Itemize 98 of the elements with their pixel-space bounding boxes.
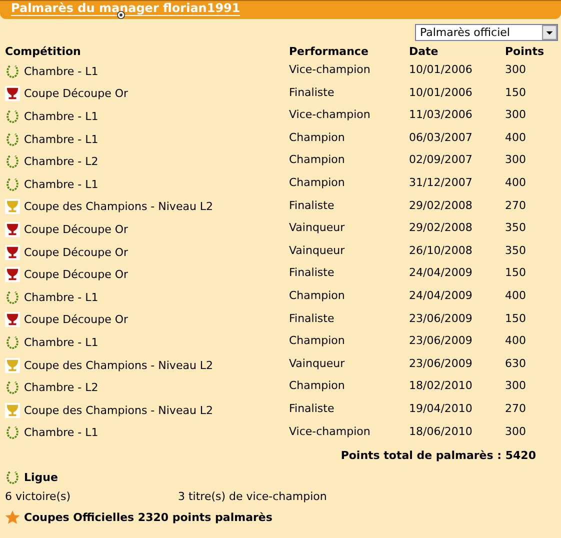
points-cell-text: 400 — [505, 130, 527, 146]
laurel-icon — [5, 64, 20, 79]
date-cell-text: 23/06/2009 — [409, 356, 474, 372]
trophy-icon — [5, 222, 20, 237]
performance-cell-text: Vainqueur — [289, 220, 346, 236]
trophy-icon — [5, 358, 20, 373]
trophy-icon — [5, 244, 20, 260]
date-cell-text: 18/06/2010 — [409, 424, 474, 440]
competition-cell: Coupe des Champions - Niveau L2 — [24, 358, 214, 372]
date-cell-text: 10/01/2006 — [409, 84, 474, 101]
points-cell-text: 400 — [505, 174, 527, 191]
trophy-icon — [5, 86, 20, 102]
performance-cell-text: Finaliste — [289, 265, 336, 282]
trophy-icon — [5, 402, 20, 418]
column-header: Date — [409, 44, 440, 60]
points-cell-text: 150 — [505, 310, 527, 327]
performance-cell-text: Vice-champion — [289, 62, 372, 78]
laurel-icon — [5, 380, 20, 396]
performance-cell-text: Vainqueur — [289, 242, 346, 259]
points-cell-text: 630 — [505, 356, 527, 372]
competition-cell: Chambre - L1 — [24, 290, 98, 304]
date-cell-text: 19/04/2010 — [409, 400, 474, 417]
performance-cell-text: Finaliste — [289, 84, 336, 101]
date-cell-text: 24/04/2009 — [409, 288, 474, 304]
competition-cell: Coupe Découpe Or — [24, 222, 128, 236]
date-cell-text: 10/01/2006 — [409, 62, 474, 78]
competition-cell: Chambre - L2 — [24, 155, 98, 168]
laurel-icon — [5, 334, 20, 350]
laurel-icon — [5, 132, 20, 147]
column-header: Performance — [289, 44, 370, 60]
filter-dropdown[interactable]: Palmarès officiel — [415, 24, 558, 41]
date-cell-text: 23/06/2009 — [409, 333, 474, 350]
points-cell-text: 270 — [505, 198, 527, 214]
section-title: Ligue — [24, 470, 58, 484]
competition-cell: Chambre - L1 — [24, 64, 98, 78]
points-cell-text: 150 — [505, 84, 527, 101]
competition-cell: Coupe Découpe Or — [24, 246, 128, 259]
competition-cell: Coupe Découpe Or — [24, 268, 128, 282]
competition-cell: Coupe des Champions - Niveau L2 — [24, 200, 214, 214]
points-cell-text: 300 — [505, 107, 527, 124]
column-header: Points — [505, 44, 546, 60]
performance-cell-text: Champion — [289, 152, 346, 168]
date-cell-text: 18/02/2010 — [409, 378, 474, 394]
competition-cell: Chambre - L1 — [24, 110, 98, 123]
performance-cell-text: Vainqueur — [289, 356, 346, 372]
date-cell-text: 24/04/2009 — [409, 265, 474, 282]
section-title: Coupes Officielles 2320 points palmarès — [24, 510, 272, 524]
date-cell-text: 11/03/2006 — [409, 107, 474, 124]
laurel-icon — [5, 470, 20, 485]
points-cell-text: 300 — [505, 152, 527, 168]
stat-text: 3 titre(s) de vice-champion — [178, 489, 328, 506]
performance-cell-text: Vice-champion — [289, 107, 372, 124]
points-cell-text: 300 — [505, 378, 527, 394]
competition-cell: Chambre - L1 — [24, 426, 98, 440]
laurel-icon — [5, 154, 20, 170]
trophy-icon — [5, 267, 20, 282]
performance-cell-text: Vice-champion — [289, 424, 372, 440]
points-cell-text: 300 — [505, 62, 527, 78]
date-cell-text: 31/12/2007 — [409, 174, 474, 191]
points-cell-text: 400 — [505, 288, 527, 304]
laurel-icon — [5, 425, 20, 440]
points-cell-text: 270 — [505, 400, 527, 417]
performance-cell-text: Champion — [289, 378, 346, 394]
points-cell-text: 400 — [505, 333, 527, 350]
caret-icon — [542, 25, 557, 40]
performance-cell-text: Champion — [289, 130, 346, 146]
laurel-icon — [5, 108, 20, 124]
competition-cell: Chambre - L1 — [24, 132, 98, 146]
trophy-icon — [5, 312, 20, 328]
date-cell-text: 29/02/2008 — [409, 220, 474, 236]
trophy-icon — [5, 199, 20, 214]
performance-cell-text: Finaliste — [289, 310, 336, 327]
performance-cell-text: Champion — [289, 333, 346, 350]
competition-cell: Chambre - L1 — [24, 336, 98, 349]
points-cell-text: 350 — [505, 220, 527, 236]
date-cell-text: 02/09/2007 — [409, 152, 474, 168]
competition-cell: Coupe Découpe Or — [24, 87, 128, 100]
competition-cell: Chambre - L1 — [24, 178, 98, 191]
performance-cell-text: Champion — [289, 288, 346, 304]
competition-cell: Coupe Découpe Or — [24, 313, 128, 326]
date-cell-text: 26/10/2008 — [409, 242, 474, 259]
performance-cell-text: Finaliste — [289, 198, 336, 214]
points-cell-text: 300 — [505, 424, 527, 440]
competition-cell: Chambre - L2 — [24, 381, 98, 394]
date-cell-text: 23/06/2009 — [409, 310, 474, 327]
column-header: Compétition — [5, 44, 82, 60]
laurel-icon — [5, 176, 20, 192]
competition-cell: Coupe des Champions - Niveau L2 — [24, 404, 214, 417]
laurel-icon — [5, 290, 20, 305]
points-total: Points total de palmarès : 5420 — [340, 448, 537, 464]
performance-cell-text: Champion — [289, 174, 346, 191]
star-icon — [5, 510, 20, 525]
points-cell-text: 150 — [505, 265, 527, 282]
date-cell-text: 06/03/2007 — [409, 130, 474, 146]
stat-text: 6 victoire(s) — [5, 489, 72, 506]
date-cell-text: 29/02/2008 — [409, 198, 474, 214]
points-cell-text: 350 — [505, 242, 527, 259]
performance-cell-text: Finaliste — [289, 400, 336, 417]
